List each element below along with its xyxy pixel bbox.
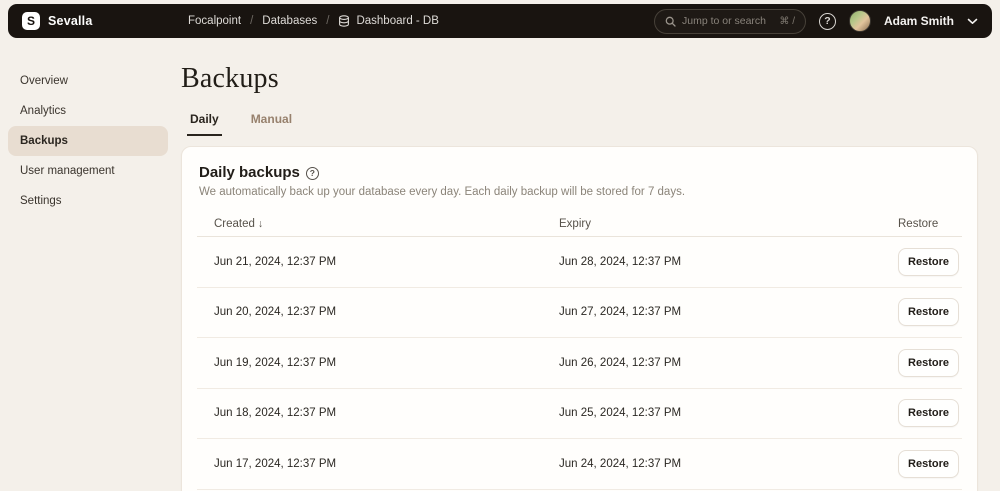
expiry-cell: Jun 26, 2024, 12:37 PM xyxy=(559,356,682,369)
created-cell: Jun 19, 2024, 12:37 PM xyxy=(214,356,337,369)
main-content: Backups Daily Manual Daily backups ? We … xyxy=(181,38,978,491)
created-cell: Jun 20, 2024, 12:37 PM xyxy=(214,306,337,319)
tab-daily[interactable]: Daily xyxy=(187,112,222,136)
topbar: S Sevalla Focalpoint / Databases / Dashb… xyxy=(8,4,992,38)
restore-button[interactable]: Restore xyxy=(898,298,959,327)
search-box[interactable]: ⌘ / xyxy=(653,8,806,34)
tab-manual[interactable]: Manual xyxy=(248,112,295,136)
created-cell: Jun 18, 2024, 12:37 PM xyxy=(214,407,337,420)
sevalla-logo-icon: S xyxy=(22,12,40,30)
brand-name: Sevalla xyxy=(48,14,93,28)
sort-desc-icon: ↓ xyxy=(257,217,264,230)
topbar-right: ⌘ / ? Adam Smith xyxy=(653,8,978,34)
sidebar-item-backups[interactable]: Backups xyxy=(8,126,168,156)
table-row: Jun 21, 2024, 12:37 PM Jun 28, 2024, 12:… xyxy=(197,237,962,288)
expiry-cell: Jun 25, 2024, 12:37 PM xyxy=(559,407,682,420)
sidebar: Overview Analytics Backups User manageme… xyxy=(0,38,176,216)
database-icon xyxy=(338,15,350,27)
help-icon[interactable]: ? xyxy=(818,12,836,30)
sidebar-item-analytics[interactable]: Analytics xyxy=(8,96,168,126)
breadcrumb-item-focalpoint[interactable]: Focalpoint xyxy=(188,15,241,27)
breadcrumb-separator: / xyxy=(250,15,254,27)
chevron-down-icon[interactable] xyxy=(967,18,978,25)
table-row: Jun 20, 2024, 12:37 PM Jun 27, 2024, 12:… xyxy=(197,288,962,338)
restore-button[interactable]: Restore xyxy=(898,247,959,276)
restore-button[interactable]: Restore xyxy=(898,348,959,377)
breadcrumb-item-current[interactable]: Dashboard - DB xyxy=(338,15,439,27)
card-title: Daily backups xyxy=(199,164,300,181)
backups-table: Created ↓ Expiry Restore Jun 21, 2024, 12… xyxy=(197,211,962,490)
card-description: We automatically back up your database e… xyxy=(199,186,686,198)
breadcrumb-item-databases[interactable]: Databases xyxy=(262,15,317,27)
tab-bar: Daily Manual xyxy=(187,112,978,136)
sidebar-item-settings[interactable]: Settings xyxy=(8,186,168,216)
breadcrumb-current-label: Dashboard - DB xyxy=(356,15,439,27)
column-header-restore: Restore xyxy=(898,217,939,230)
breadcrumb-separator: / xyxy=(326,15,330,27)
column-header-expiry[interactable]: Expiry xyxy=(559,218,898,230)
search-icon xyxy=(665,16,676,27)
column-header-created[interactable]: Created ↓ xyxy=(214,218,559,230)
sidebar-item-user-management[interactable]: User management xyxy=(8,156,168,186)
table-row: Jun 19, 2024, 12:37 PM Jun 26, 2024, 12:… xyxy=(197,338,962,389)
table-row: Jun 18, 2024, 12:37 PM Jun 25, 2024, 12:… xyxy=(197,389,962,439)
page-title: Backups xyxy=(181,63,279,94)
avatar[interactable] xyxy=(848,10,871,32)
user-name[interactable]: Adam Smith xyxy=(884,14,954,28)
breadcrumb: Focalpoint / Databases / Dashboard - DB xyxy=(188,15,439,27)
card-header: Daily backups ? We automatically back up… xyxy=(182,147,977,198)
restore-button[interactable]: Restore xyxy=(898,449,959,478)
table-header-row: Created ↓ Expiry Restore xyxy=(197,211,962,237)
expiry-cell: Jun 28, 2024, 12:37 PM xyxy=(559,255,682,268)
restore-button[interactable]: Restore xyxy=(898,399,959,428)
created-cell: Jun 17, 2024, 12:37 PM xyxy=(214,457,337,470)
search-shortcut-hint: ⌘ / xyxy=(779,15,795,27)
table-row: Jun 17, 2024, 12:37 PM Jun 24, 2024, 12:… xyxy=(197,439,962,490)
expiry-cell: Jun 27, 2024, 12:37 PM xyxy=(559,306,682,319)
help-tooltip-icon[interactable]: ? xyxy=(305,166,319,180)
created-cell: Jun 21, 2024, 12:37 PM xyxy=(214,255,337,268)
sidebar-item-overview[interactable]: Overview xyxy=(8,66,168,96)
daily-backups-card: Daily backups ? We automatically back up… xyxy=(181,146,978,491)
expiry-cell: Jun 24, 2024, 12:37 PM xyxy=(559,457,682,470)
brand-area[interactable]: S Sevalla xyxy=(22,12,188,30)
search-input[interactable] xyxy=(681,15,766,27)
